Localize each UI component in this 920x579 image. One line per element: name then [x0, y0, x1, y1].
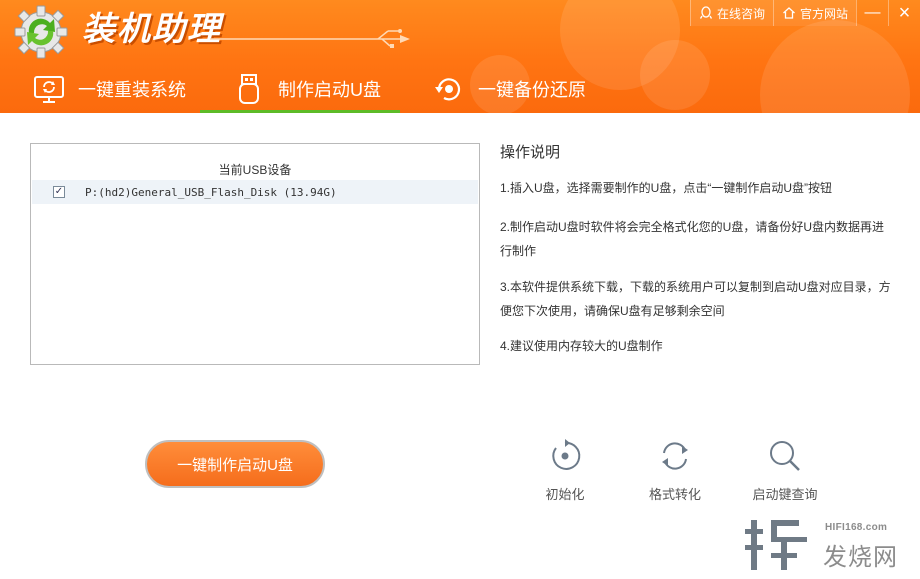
watermark-url: HIFI168.com [825, 522, 888, 533]
device-checkbox[interactable]: ✓ [53, 186, 65, 198]
instruction-step-2: 2.制作启动U盘时软件将会完全格式化您的U盘，请备份好U盘内数据再进行制作 [500, 220, 885, 258]
monitor-refresh-icon [34, 75, 64, 103]
main-tabs: 一键重装系统 制作启动U盘 一键备份还原 [0, 64, 920, 113]
instruction-step-4: 4.建议使用内存较大的U盘制作 [500, 339, 663, 353]
format-convert-label: 格式转化 [648, 487, 701, 502]
initialize-icon [552, 439, 581, 470]
official-site-link[interactable]: 官方网站 [772, 0, 856, 26]
format-convert-icon [662, 442, 688, 470]
tab-make-boot-usb-label: 制作启动U盘 [278, 79, 381, 100]
device-list-header: 当前USB设备 [218, 163, 292, 177]
make-boot-usb-button[interactable]: 一键制作启动U盘 [145, 440, 325, 488]
online-consult-link[interactable]: 在线咨询 [689, 0, 773, 26]
usb-symbol-decoration [210, 29, 410, 48]
tab-reinstall-system-label: 一键重装系统 [78, 79, 186, 100]
official-site-label: 官方网站 [799, 6, 848, 21]
boot-key-query-button[interactable]: 启动键查询 [735, 438, 835, 503]
format-convert-button[interactable]: 格式转化 [625, 438, 725, 503]
device-name: P:(hd2)General_USB_Flash_Disk (13.94G) [85, 185, 337, 199]
app-header: 装机助理 在线咨询 官方网站 — × 一键重装系统 制作启动U盘 一键备份还原 [0, 0, 920, 113]
device-row[interactable]: ✓ P:(hd2)General_USB_Flash_Disk (13.94G) [32, 180, 478, 204]
watermark: HIFI168.com 发烧网 [745, 515, 915, 575]
boot-key-query-label: 启动键查询 [752, 487, 818, 502]
app-logo-icon [14, 5, 68, 59]
initialize-button[interactable]: 初始化 [515, 438, 615, 503]
usb-drive-icon [239, 73, 259, 104]
tab-make-boot-usb[interactable]: 制作启动U盘 [200, 64, 400, 113]
initialize-label: 初始化 [545, 487, 585, 502]
search-icon [770, 441, 800, 471]
home-icon [783, 7, 795, 19]
usb-device-list: 当前USB设备 ✓ P:(hd2)General_USB_Flash_Disk … [30, 143, 480, 365]
tab-reinstall-system[interactable]: 一键重装系统 [22, 64, 196, 113]
app-title: 装机助理 [82, 9, 222, 48]
minimize-button[interactable]: — [856, 0, 888, 26]
qq-icon [699, 6, 713, 19]
tab-backup-restore-label: 一键备份还原 [478, 79, 586, 100]
instruction-step-1: 1.插入U盘，选择需要制作的U盘，点击“一键制作启动U盘”按钮 [500, 181, 833, 195]
instruction-step-3: 3.本软件提供系统下载，下载的系统用户可以复制到启动U盘对应目录，方便您下次使用… [500, 280, 891, 318]
backup-restore-icon [435, 77, 461, 100]
instructions-title: 操作说明 [500, 144, 561, 161]
close-button[interactable]: × [888, 0, 920, 26]
watermark-text: 发烧网 [823, 544, 898, 571]
watermark-logo-icon [745, 520, 807, 570]
online-consult-label: 在线咨询 [716, 6, 765, 21]
tab-backup-restore[interactable]: 一键备份还原 [422, 64, 596, 113]
